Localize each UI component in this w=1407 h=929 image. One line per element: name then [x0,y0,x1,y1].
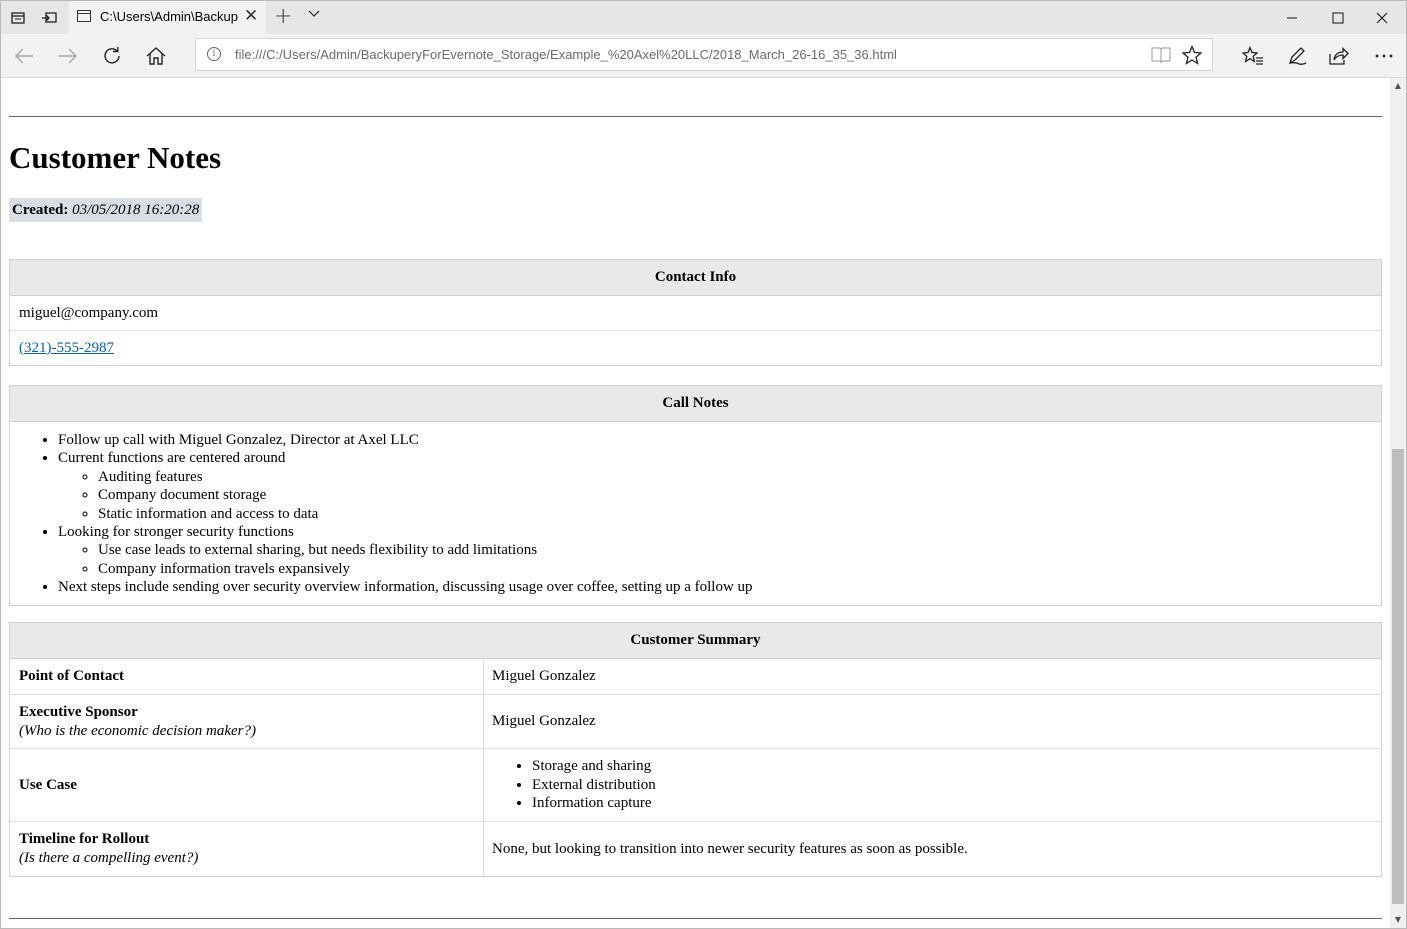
tab-bar: C:\Users\Admin\Backup ✕ + [1,1,1406,34]
address-url[interactable]: file:///C:/Users/Admin/BackuperyForEvern… [235,47,897,62]
web-note-pen-icon[interactable] [1277,34,1317,77]
set-aside-tabs-icon[interactable] [34,1,64,34]
maximize-icon[interactable] [1315,1,1361,34]
summary-label-cell: Executive Sponsor (Who is the economic d… [10,695,484,748]
created-badge: Created: 03/05/2018 16:20:28 [9,198,203,222]
refresh-icon[interactable] [92,34,132,77]
sub-list-item: Static information and access to data [98,505,1381,523]
summary-label-cell: Point of Contact [10,659,484,694]
scrollbar-thumb[interactable] [1392,449,1404,904]
address-bar[interactable]: i file:///C:/Users/Admin/BackuperyForEve… [195,38,1213,71]
sub-list-item: Company information travels expansively [98,560,1381,578]
call-notes-list: Follow up call with Miguel Gonzalez, Dir… [10,431,1381,597]
site-info-icon[interactable]: i [207,47,221,61]
summary-label: Point of Contact [19,668,124,684]
call-notes-body: Follow up call with Miguel Gonzalez, Dir… [10,422,1381,605]
list-item-text: Current functions are centered around [58,450,286,467]
table-row: Point of Contact Miguel Gonzalez [10,659,1381,694]
table-row: Executive Sponsor (Who is the economic d… [10,694,1381,748]
sub-list: Auditing features Company document stora… [58,468,1381,523]
scroll-down-icon[interactable]: ▼ [1394,916,1402,924]
customer-summary-table: Customer Summary Point of Contact Miguel… [9,622,1382,877]
summary-hint: (Who is the economic decision maker?) [19,722,257,739]
navigation-bar: i file:///C:/Users/Admin/BackuperyForEve… [1,34,1406,78]
summary-label: Timeline for Rollout [19,831,150,847]
summary-value-cell: Storage and sharing External distributio… [484,749,1381,821]
call-notes-header: Call Notes [10,386,1381,422]
summary-value-cell: Miguel Gonzalez [492,668,596,684]
list-item-text: Next steps include sending over security… [58,579,753,596]
close-tab-icon[interactable]: ✕ [244,6,258,26]
call-notes-table: Call Notes Follow up call with Miguel Go… [9,385,1382,606]
tab-manager-icon[interactable] [3,1,33,34]
table-row: Use Case Storage and sharing External di… [10,748,1381,821]
contact-info-header: Contact Info [10,260,1381,296]
minimize-icon[interactable] [1269,1,1315,34]
list-item-text: Looking for stronger security functions [58,524,294,541]
sub-list-item: Auditing features [98,468,1381,486]
favorites-hub-icon[interactable] [1233,34,1273,77]
summary-label-cell: Use Case [10,749,484,821]
created-label: Created: [12,202,69,218]
note-title: Customer Notes [9,140,222,175]
sub-list-item: Company document storage [98,486,1381,504]
page-icon [77,10,91,22]
vertical-scrollbar[interactable]: ▲ ▼ [1390,78,1406,928]
contact-info-table: Contact Info miguel@company.com (321)-55… [9,259,1382,366]
use-case-list: Storage and sharing External distributio… [492,757,1373,812]
home-icon[interactable] [136,34,176,77]
contact-phone-link[interactable]: (321)-555-2987 [19,340,114,356]
summary-label: Executive Sponsor [19,703,138,720]
summary-value-cell: None, but looking to transition into new… [492,840,968,857]
sub-list-item: Use case leads to external sharing, but … [98,541,1381,559]
scroll-up-icon[interactable]: ▲ [1394,82,1402,90]
tab-title: C:\Users\Admin\Backup [100,9,238,24]
reading-view-icon[interactable] [1151,46,1171,64]
list-item: Information capture [532,794,1373,812]
sub-list: Use case leads to external sharing, but … [58,541,1381,578]
contact-email: miguel@company.com [19,305,159,321]
back-icon[interactable] [4,34,44,77]
list-item: External distribution [532,776,1373,794]
bottom-divider [9,918,1382,919]
favorite-star-icon[interactable] [1182,45,1202,65]
summary-hint: (Is there a compelling event?) [19,850,199,866]
summary-value-cell: Miguel Gonzalez [492,713,596,729]
share-icon[interactable] [1319,34,1359,77]
list-item: Follow up call with Miguel Gonzalez, Dir… [58,431,1381,449]
summary-label-cell: Timeline for Rollout (Is there a compell… [10,822,484,876]
page-content: Customer Notes Created: 03/05/2018 16:20… [1,78,1390,928]
tab-preview-chevron-icon[interactable] [308,7,320,19]
tab-active[interactable]: C:\Users\Admin\Backup ✕ [69,1,266,34]
new-tab-icon[interactable]: + [274,4,292,29]
top-divider [9,116,1382,117]
browser-window: C:\Users\Admin\Backup ✕ + i file:///C:/U… [0,0,1407,929]
list-item: Storage and sharing [532,757,1373,775]
list-item: Looking for stronger security functions … [58,523,1381,578]
table-row: Timeline for Rollout (Is there a compell… [10,821,1381,876]
created-value: 03/05/2018 16:20:28 [72,202,200,218]
contact-phone-row: (321)-555-2987 [10,330,1381,365]
list-item-text: Follow up call with Miguel Gonzalez, Dir… [58,432,419,448]
close-window-icon[interactable] [1359,1,1405,34]
list-item: Next steps include sending over security… [58,578,1381,596]
customer-summary-header: Customer Summary [10,623,1381,659]
summary-label: Use Case [19,776,77,793]
forward-icon[interactable] [48,34,88,77]
more-menu-icon[interactable] [1364,34,1404,77]
list-item: Current functions are centered around Au… [58,449,1381,523]
